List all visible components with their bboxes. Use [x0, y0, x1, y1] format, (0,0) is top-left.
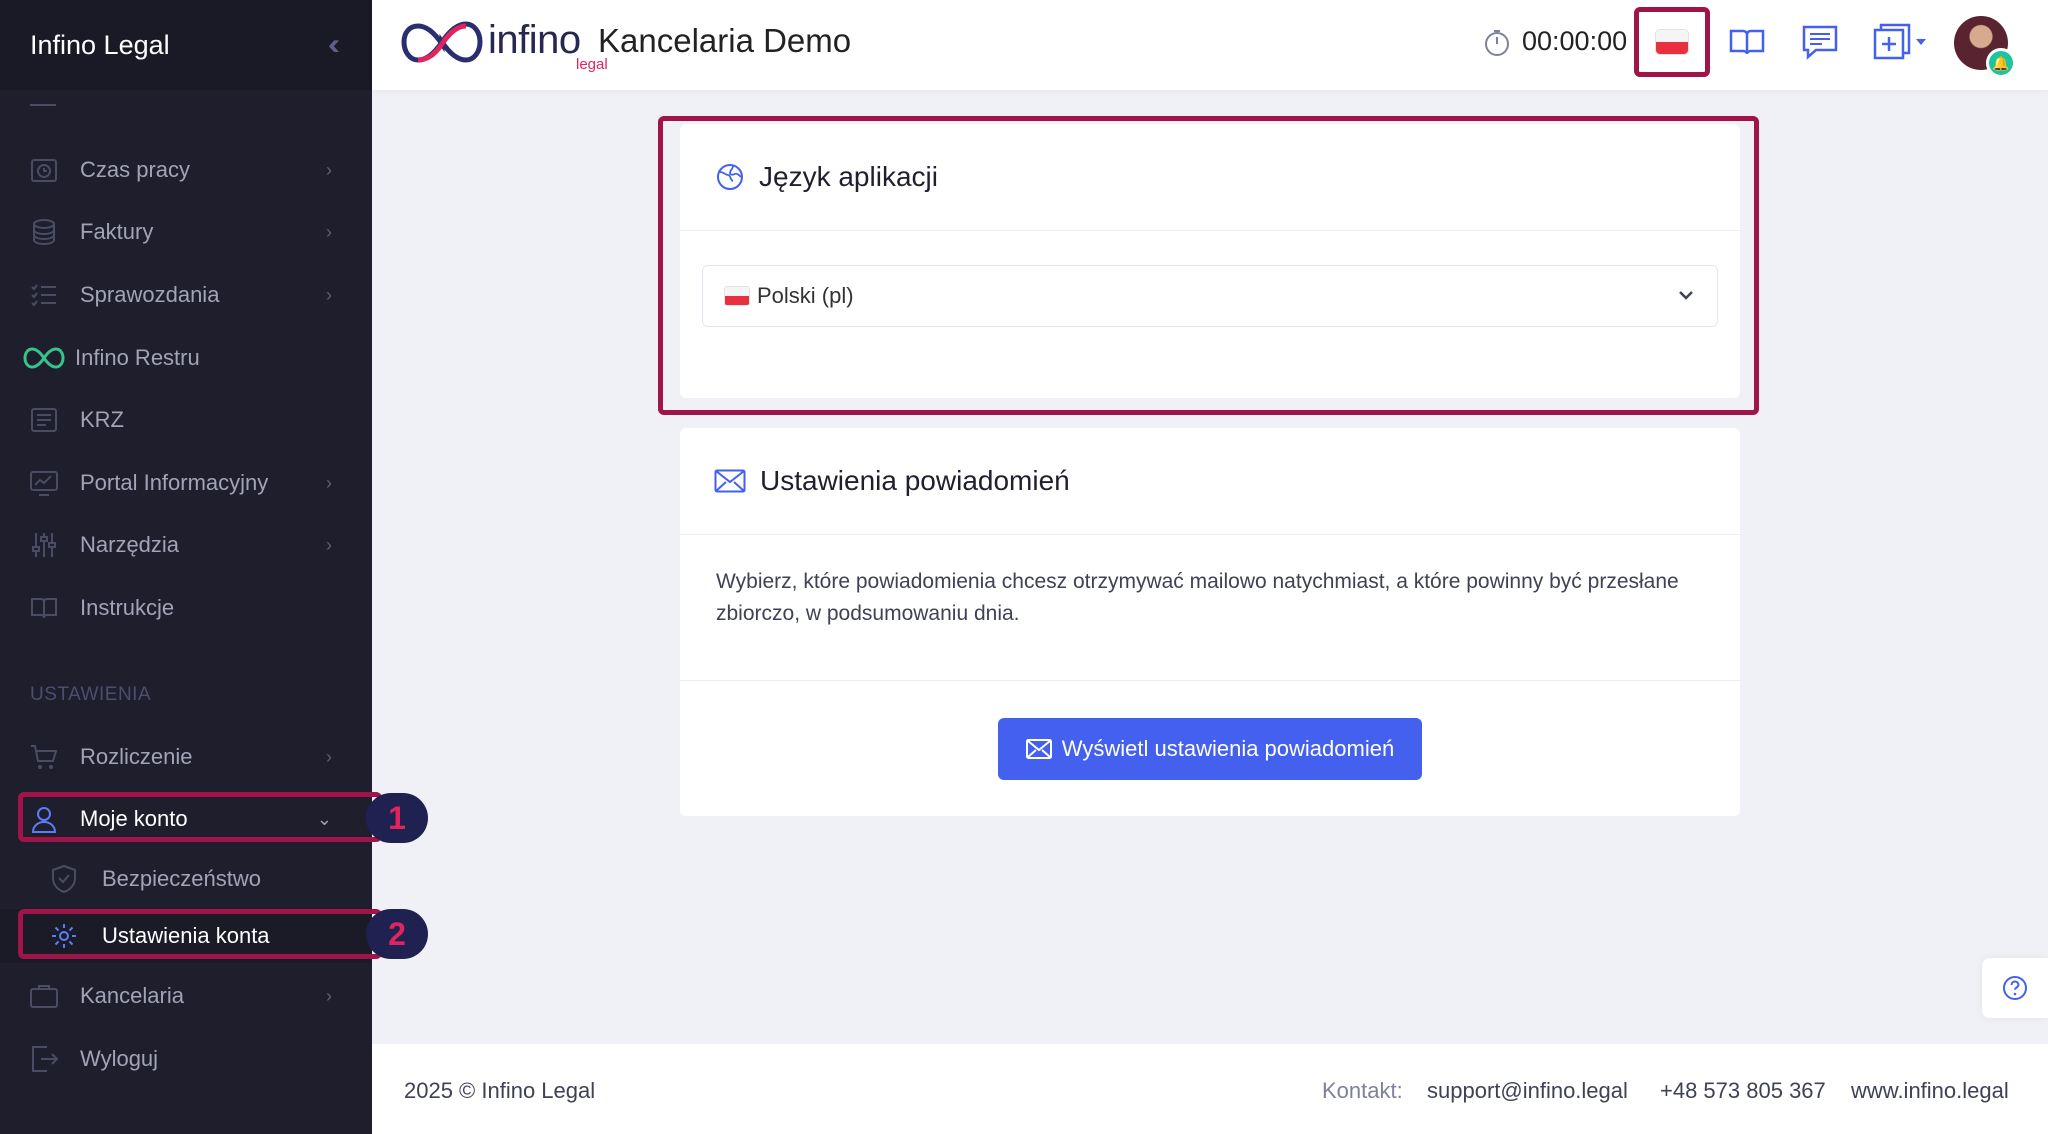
timer-display: 00:00:00 — [1522, 26, 1628, 56]
poland-flag-icon — [1656, 30, 1688, 54]
chevron-right-icon: › — [326, 746, 332, 767]
sidebar-header: Infino Legal ‹‹ — [0, 0, 372, 90]
show-notification-settings-label: Wyświetl ustawienia powiadomień — [1061, 736, 1395, 761]
footer-copyright: 2025 © Infino Legal — [404, 1078, 596, 1103]
sidebar-item-label: KRZ — [80, 407, 124, 432]
sidebar-item-krz[interactable]: KRZ — [0, 393, 372, 447]
book-icon — [28, 592, 60, 624]
highlight-moje-konto — [18, 792, 382, 842]
top-header: infino legal Kancelaria Demo 00:00:00 🔔 — [372, 0, 2048, 90]
sidebar-item-sprawozdania[interactable]: Sprawozdania › — [0, 268, 372, 322]
app-logo[interactable]: infino legal — [400, 12, 608, 78]
sidebar-item-label: Infino Restru — [75, 345, 200, 370]
notifications-card-header: Ustawienia powiadomień — [680, 428, 1740, 535]
sidebar-item-czas-pracy[interactable]: Czas pracy › — [0, 143, 372, 197]
sidebar-item-label: Rozliczenie — [80, 744, 193, 769]
highlight-language-card — [658, 116, 1759, 415]
sidebar-item-kancelaria[interactable]: Kancelaria › — [0, 969, 372, 1023]
sidebar-item-portal-informacyjny[interactable]: Portal Informacyjny › — [0, 456, 372, 510]
sidebar-item-label: Sprawozdania — [80, 282, 220, 307]
question-circle-icon — [2003, 976, 2027, 1000]
book-icon[interactable] — [1727, 22, 1767, 62]
step-badge-1: 1 — [366, 793, 428, 843]
footer-email-link[interactable]: support@infino.legal — [1427, 1078, 1628, 1104]
sidebar-section-label: USTAWIENIA — [30, 684, 152, 705]
sidebar-item-label: Narzędzia — [80, 532, 180, 557]
chevron-right-icon: › — [326, 284, 332, 305]
notifications-card-title: Ustawienia powiadomień — [760, 465, 1070, 496]
chevron-right-icon: › — [326, 159, 332, 180]
notifications-description: Wybierz, które powiadomienia chcesz otrz… — [716, 570, 1679, 625]
chevron-right-icon: › — [326, 472, 332, 493]
sidebar-item-label: Czas pracy — [80, 157, 191, 182]
step-badge-2: 2 — [366, 909, 428, 959]
sliders-icon — [28, 529, 60, 561]
coins-icon — [28, 216, 60, 248]
notification-bell-icon[interactable]: 🔔 — [1986, 48, 2016, 78]
clock-icon — [28, 154, 60, 186]
sidebar-item-partial — [30, 104, 56, 106]
notifications-card: Ustawienia powiadomień Wybierz, które po… — [680, 428, 1740, 816]
sidebar-item-rozliczenie[interactable]: Rozliczenie › — [0, 730, 372, 784]
show-notification-settings-button[interactable]: Wyświetl ustawienia powiadomień — [998, 718, 1422, 780]
envelope-icon — [1025, 739, 1052, 759]
chevron-right-icon: › — [326, 534, 332, 555]
sidebar-item-label: Wyloguj — [80, 1046, 159, 1071]
document-list-icon — [28, 404, 60, 436]
chart-monitor-icon — [28, 467, 60, 499]
stopwatch-icon[interactable] — [1482, 28, 1512, 58]
checklist-icon — [28, 279, 60, 311]
sidebar: Infino Legal ‹‹ Czas pracy › Faktury › S… — [0, 0, 382, 1134]
cart-icon — [28, 741, 60, 773]
sidebar-item-faktury[interactable]: Faktury › — [0, 205, 372, 259]
card-divider — [680, 680, 1740, 681]
sidebar-subitem-bezpieczenstwo[interactable]: Bezpieczeństwo — [0, 852, 372, 906]
footer: 2025 © Infino Legal Kontakt: support@inf… — [372, 1044, 2048, 1134]
shield-icon — [48, 863, 80, 895]
add-new-dropdown-icon[interactable] — [1872, 22, 1928, 62]
chevron-right-icon: › — [326, 985, 332, 1006]
sidebar-item-label: Kancelaria — [80, 983, 184, 1008]
page-title: Kancelaria Demo — [598, 22, 852, 59]
sidebar-item-instrukcje[interactable]: Instrukcje — [0, 581, 372, 635]
sidebar-item-infino-restru[interactable]: Infino Restru — [0, 331, 372, 385]
infinity-logo-icon — [22, 342, 66, 374]
sidebar-item-label: Faktury — [80, 219, 154, 244]
chat-icon[interactable] — [1800, 22, 1840, 62]
infinity-logo-icon — [401, 21, 483, 63]
sidebar-item-label: Instrukcje — [80, 595, 175, 620]
envelope-icon — [714, 469, 746, 493]
chevron-right-icon: › — [326, 221, 332, 242]
logout-icon — [28, 1043, 60, 1075]
sidebar-item-label: Portal Informacyjny — [80, 470, 269, 495]
sidebar-subitem-label: Bezpieczeństwo — [102, 866, 261, 891]
logo-text: infino — [488, 18, 581, 62]
briefcase-icon — [28, 980, 60, 1012]
sidebar-brand: Infino Legal — [30, 29, 170, 60]
footer-phone-link[interactable]: +48 573 805 367 — [1660, 1078, 1826, 1104]
highlight-ustawienia-konta — [18, 909, 382, 959]
language-flag-button[interactable] — [1634, 7, 1710, 77]
sidebar-item-wyloguj[interactable]: Wyloguj — [0, 1032, 372, 1086]
sidebar-item-narzedzia[interactable]: Narzędzia › — [0, 518, 372, 572]
collapse-sidebar-icon[interactable]: ‹‹ — [328, 28, 342, 62]
footer-website-link[interactable]: www.infino.legal — [1851, 1078, 2009, 1104]
help-button[interactable] — [1982, 958, 2048, 1018]
footer-contact-label: Kontakt: — [1322, 1078, 1403, 1103]
